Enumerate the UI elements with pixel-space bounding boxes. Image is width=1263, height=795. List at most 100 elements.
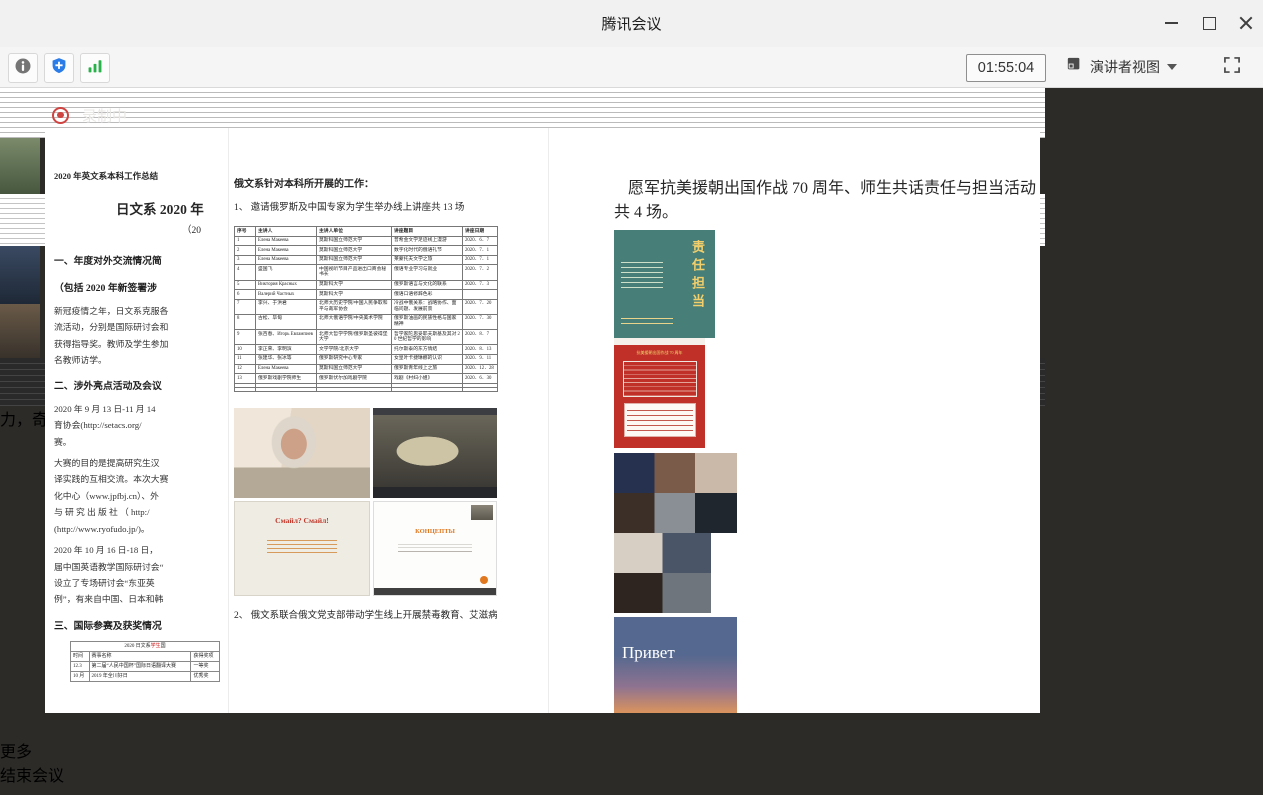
lecture-cell: 俄罗斯青年线上之旅: [392, 364, 463, 374]
doc-line: 赛。: [54, 434, 228, 450]
minimize-icon: [1165, 22, 1178, 24]
lecture-cell: 2020．7．20: [463, 299, 498, 314]
lecture-cell: 普希金文学足迹线上漫游: [392, 236, 463, 246]
lecture-cell: 张建华、张冰等: [256, 354, 317, 364]
fullscreen-button[interactable]: [1219, 54, 1245, 80]
awards-table: 2020 日文系学生国时间赛事名称获得奖项12.3第二届“人民中国杯”国际日语翻…: [70, 641, 220, 682]
lecture-cell: 2020．9．11: [463, 354, 498, 364]
awards-cell: 赛事名称: [89, 652, 191, 662]
doc-line: 三、国际参赛及获奖情况: [54, 619, 228, 635]
lecture-cell: 1: [235, 236, 256, 246]
lecture-cell: 主讲人单位: [317, 227, 392, 237]
awards-cell: 2020 日文系学生国: [71, 642, 220, 652]
video-call-grid-screenshot-image: [614, 533, 711, 613]
network-signal-button[interactable]: [80, 53, 110, 83]
document-page-right: 愿军抗美援朝出国作战 70 周年、师生共话责任与担当活动共 4 场。 责任担当 …: [600, 128, 1040, 713]
lecture-cell: 2020．8．13: [463, 345, 498, 355]
doc-line: 2020 年 9 月 13 日-11 月 14: [54, 401, 228, 417]
end-meeting-button[interactable]: 结束会议: [0, 762, 1263, 786]
whiteboard-screenshot-image: Смайл? Смайл!: [234, 501, 370, 596]
lecture-cell: 10: [235, 345, 256, 355]
lecture-cell: 李正荣、李明滨: [256, 345, 317, 355]
page-thumbnail[interactable]: [0, 138, 40, 194]
doc-line: 一、年度对外交流情况简: [54, 254, 228, 270]
lecture-cell: Елена Макеева: [256, 246, 317, 256]
lecture-cell: 13: [235, 374, 256, 384]
lecture-cell: 讲座日期: [463, 227, 498, 237]
doc-line: (http://www.ryofudo.jp/)。: [54, 521, 228, 537]
title-bar: 腾讯会议: [0, 0, 1263, 47]
window-title: 腾讯会议: [0, 13, 1263, 34]
lecture-cell: 北师大历史学院/中国人民争取和平与裁军协会: [317, 299, 392, 314]
doc-line: 大赛的目的是提高研究生汉: [54, 455, 228, 471]
lecture-cell: 2020．6．30: [463, 374, 498, 384]
student-video-still-image: [234, 408, 370, 498]
lecture-cell: 序号: [235, 227, 256, 237]
responsibility-poster-image: 责任担当: [614, 230, 715, 338]
doc-line: 届中国英语教学国际研讨会“: [54, 559, 228, 575]
shared-document: 2020 年英文系本科工作总结 日文系 2020 年 （20 一、年度对外交流情…: [45, 128, 1040, 713]
close-button[interactable]: [1231, 10, 1261, 36]
page-thumbnail[interactable]: [0, 304, 40, 358]
lecture-cell: 盛国飞: [256, 265, 317, 280]
lecture-cell: 戏剧《村妇小姐》: [392, 374, 463, 384]
minimize-button[interactable]: [1156, 10, 1186, 36]
view-mode-selector[interactable]: 演讲者视图: [1066, 53, 1177, 81]
doc-list-item: 2、 俄文系联合俄文党支部带动学生线上开展禁毒教育、艾滋病防治、纪念中国人民志: [234, 607, 497, 621]
online-lecture-screenshot-image: [373, 408, 497, 498]
privet-text: Привет: [622, 643, 682, 662]
lecture-cell: [256, 387, 317, 391]
info-icon: [13, 56, 33, 81]
lecture-cell: 俄语口语修辞色彩: [392, 290, 463, 300]
doc-line: 与 研 究 出 版 社 （ http:/: [54, 504, 228, 520]
awards-cell: 第二届“人民中国杯”国际日语翻译大赛: [89, 662, 191, 672]
lecture-cell: 9: [235, 330, 256, 345]
lecture-cell: 张百春、Игорь Евлампиев: [256, 330, 317, 345]
lecture-cell: 2020．7．1: [463, 246, 498, 256]
lecture-cell: 冷战中俄关系：战略协作、面临问题、发展前景: [392, 299, 463, 314]
doc-line: 流活动，分别是国际研讨会和: [54, 319, 228, 335]
poster-article-box: [623, 361, 697, 397]
lecture-cell: 数字化时代的俄语礼节: [392, 246, 463, 256]
toolbar-button-label: 更多: [0, 738, 1263, 762]
lecture-cell: 2020．12．28: [463, 364, 498, 374]
recording-indicator: 录制中: [52, 104, 127, 126]
document-page-left: 2020 年英文系本科工作总结 日文系 2020 年 （20 一、年度对外交流情…: [45, 128, 228, 713]
page-thumbnail[interactable]: [0, 246, 40, 304]
chevron-down-icon: [1167, 64, 1177, 70]
doc-line: （包括 2020 年新签署涉: [54, 281, 228, 297]
awards-cell: 一等奖: [191, 662, 220, 672]
lecture-cell: 讲座题目: [392, 227, 463, 237]
lecture-cell: 哲学家陀思妥耶夫斯基及其对 20 世纪哲学的影响: [392, 330, 463, 345]
awards-cell: 时间: [71, 652, 90, 662]
lecture-cell: 俄语专业学习与就业: [392, 265, 463, 280]
recording-label: 录制中: [82, 105, 127, 126]
page-divider: [548, 128, 549, 713]
security-shield-button[interactable]: [44, 53, 74, 83]
maximize-button[interactable]: [1194, 10, 1224, 36]
lecture-cell: 12: [235, 364, 256, 374]
lecture-cell: 莫斯科国立师范大学: [317, 255, 392, 265]
doc-list-item: 1、 邀请俄罗斯及中国专家为学生举办线上讲座共 13 场: [234, 199, 497, 213]
doc-line: 例”，有来自中国、日本和韩: [54, 591, 228, 607]
doc-line: 化中心（www.jpfbj.cn）、外: [54, 488, 228, 504]
awards-cell: 2019 年全川好日: [89, 672, 191, 682]
slide-toolbar: [374, 588, 496, 595]
webcam-thumbnail: [471, 505, 493, 520]
lecture-cell: 5: [235, 280, 256, 290]
lecture-cell: 2020．7．3: [463, 280, 498, 290]
lecture-cell: 2020．6．7: [463, 236, 498, 246]
lecture-cell: 4: [235, 265, 256, 280]
meeting-timer: 01:55:04: [966, 54, 1046, 82]
info-button[interactable]: [8, 53, 38, 83]
doc-line: 2020 年 10 月 16 日-18 日，: [54, 542, 228, 558]
lecture-cell: Елена Макеева: [256, 255, 317, 265]
layout-view-icon: [1066, 56, 1083, 78]
lecture-cell: 莱蒙托夫文学之旅: [392, 255, 463, 265]
lecture-cell: 2020．7．2: [463, 265, 498, 280]
shared-screen-stage: 录制中 2020 年英文系本科工作总结 日文系 2020 年 （20 一、年度对…: [0, 88, 1045, 735]
lecture-cell: 李兴、于洪君: [256, 299, 317, 314]
lecture-cell: 2020．7．1: [463, 255, 498, 265]
awards-cell: 获得奖项: [191, 652, 220, 662]
lecture-cell: 托尔斯泰的东方情结: [392, 345, 463, 355]
